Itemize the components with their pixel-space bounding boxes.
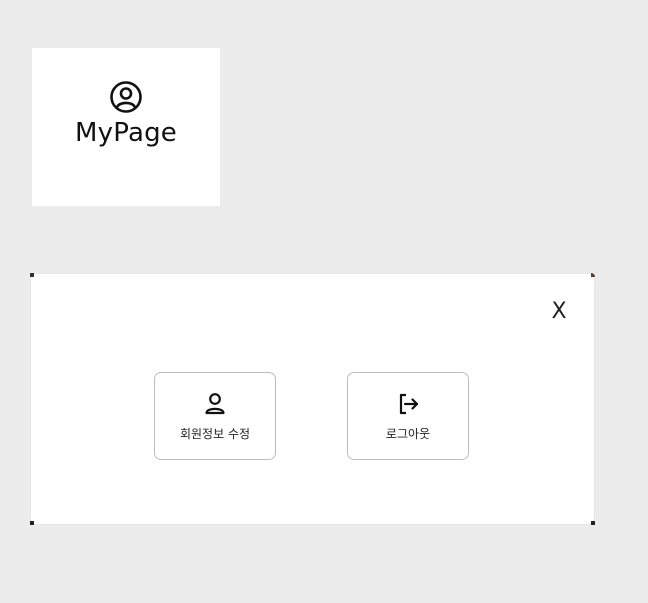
logout-label: 로그아웃: [385, 426, 431, 441]
logout-icon: [399, 393, 419, 414]
modal-corner: [30, 521, 34, 525]
close-button[interactable]: X: [548, 298, 570, 324]
modal-corner: [591, 273, 595, 277]
mypage-title: MyPage: [75, 118, 177, 148]
user-circle-icon: [110, 81, 142, 113]
edit-profile-button[interactable]: 회원정보 수정: [154, 372, 276, 460]
edit-profile-label: 회원정보 수정: [179, 426, 251, 441]
modal-corner: [30, 273, 34, 277]
user-icon: [205, 392, 225, 414]
modal-corner: [591, 521, 595, 525]
mypage-modal: X 회원정보 수정 로그아웃: [30, 273, 595, 525]
logout-button[interactable]: 로그아웃: [347, 372, 469, 460]
mypage-card[interactable]: MyPage: [32, 48, 220, 206]
